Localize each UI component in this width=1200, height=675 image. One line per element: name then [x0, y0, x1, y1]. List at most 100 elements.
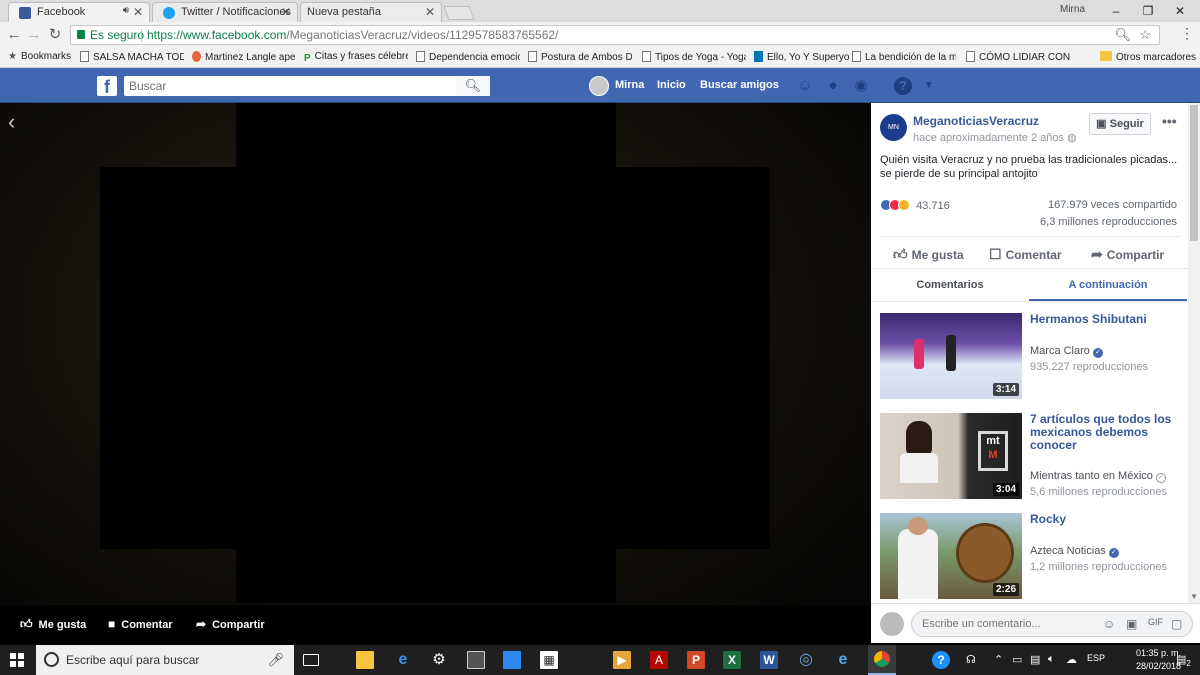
- bookmark-item[interactable]: Ello, Yo Y Superyo: [754, 51, 858, 63]
- avatar[interactable]: [589, 76, 609, 96]
- calculator-icon[interactable]: [467, 651, 485, 669]
- friend-requests-icon[interactable]: ☺: [796, 77, 814, 95]
- profile-name[interactable]: Mirna: [1060, 4, 1085, 15]
- network-icon[interactable]: ▭: [1012, 653, 1022, 666]
- video-channel[interactable]: Azteca Noticias ✓: [1030, 545, 1119, 558]
- gif-icon[interactable]: GIF: [1148, 617, 1163, 627]
- bookmark-item[interactable]: Postura de Ambos D: [528, 51, 632, 63]
- video-thumbnail[interactable]: mt M 3:04: [880, 413, 1022, 499]
- other-bookmarks-folder[interactable]: Otros marcadores: [1100, 51, 1196, 63]
- powerpoint-icon[interactable]: P: [687, 651, 705, 669]
- video-player[interactable]: ‹ 👍︎ Me gusta ■ Comentar ➦ Compartir: [0, 103, 871, 643]
- profile-link[interactable]: Mirna: [615, 79, 644, 91]
- tab-comments[interactable]: Comentarios: [871, 279, 1029, 291]
- zoom-icon[interactable]: 🔍︎: [1114, 26, 1131, 44]
- follow-button[interactable]: ▣ Seguir: [1089, 113, 1151, 135]
- settings-app-icon[interactable]: ◎: [797, 651, 815, 669]
- action-center-icon[interactable]: ▤2: [1176, 653, 1191, 668]
- search-input[interactable]: [124, 76, 490, 96]
- onedrive-cloud-icon[interactable]: ☁: [1066, 653, 1077, 666]
- bookmark-item[interactable]: Tipos de Yoga - Yoga: [642, 51, 746, 63]
- video-title[interactable]: Rocky: [1030, 513, 1182, 526]
- bookmark-bookmarks[interactable]: ★ Bookmarks: [8, 51, 71, 62]
- bookmark-star-icon[interactable]: ☆: [1139, 26, 1151, 44]
- close-tab-icon[interactable]: ✕: [133, 5, 143, 19]
- acrobat-icon[interactable]: A: [650, 651, 668, 669]
- video-share-button[interactable]: ➦ Compartir: [196, 617, 265, 631]
- volume-icon[interactable]: 🔈︎: [1048, 653, 1055, 666]
- forward-icon[interactable]: →: [24, 25, 44, 45]
- more-options-icon[interactable]: •••: [1162, 113, 1177, 129]
- scrollbar-thumb[interactable]: [1190, 105, 1198, 241]
- people-icon[interactable]: ☊: [966, 653, 976, 666]
- excel-icon[interactable]: X: [723, 651, 741, 669]
- like-button[interactable]: 👍︎ Me gusta: [893, 246, 964, 263]
- url-bar[interactable]: Es seguro https://www.facebook.com/Megan…: [70, 25, 1160, 45]
- up-next-video[interactable]: 2:26 Rocky Azteca Noticias ✓ 1,2 millones…: [880, 513, 1186, 601]
- bookmark-item[interactable]: SALSA MACHA TODA: [80, 51, 184, 63]
- chrome-taskbar-button[interactable]: [868, 645, 896, 675]
- tab-up-next[interactable]: A continuación: [1029, 279, 1187, 291]
- help-icon[interactable]: ?: [932, 651, 950, 669]
- video-thumbnail[interactable]: 3:14: [880, 313, 1022, 399]
- minimize-window-icon[interactable]: –: [1100, 0, 1132, 22]
- camera-icon[interactable]: ▣: [1126, 617, 1137, 631]
- taskbar-clock[interactable]: 01:35 p. m. 28/02/2018: [1136, 647, 1181, 673]
- close-window-icon[interactable]: ✕: [1164, 0, 1196, 22]
- reload-icon[interactable]: ↻: [45, 25, 65, 45]
- close-tab-icon[interactable]: ✕: [425, 5, 435, 19]
- account-menu-chevron-down-icon[interactable]: ▼: [920, 77, 938, 95]
- close-tab-icon[interactable]: ✕: [281, 5, 291, 19]
- facebook-logo-icon[interactable]: f: [97, 76, 117, 97]
- speaker-icon[interactable]: 🔊︎: [123, 5, 129, 16]
- messenger-icon[interactable]: ●: [824, 77, 842, 95]
- video-comment-button[interactable]: ■ Comentar: [108, 617, 173, 631]
- home-link[interactable]: Inicio: [657, 79, 686, 91]
- video-like-button[interactable]: 👍︎ Me gusta: [20, 617, 86, 632]
- notifications-globe-icon[interactable]: ◉: [852, 77, 870, 95]
- page-name-link[interactable]: MeganoticiasVeracruz: [913, 114, 1039, 128]
- bookmark-item[interactable]: La bendición de la m: [852, 51, 956, 63]
- share-button[interactable]: ➦ Compartir: [1091, 246, 1164, 263]
- task-view-icon[interactable]: [303, 654, 319, 666]
- usb-icon[interactable]: ▤: [1030, 653, 1040, 666]
- microphone-icon[interactable]: 🎤︎: [267, 652, 284, 668]
- mail-icon[interactable]: [503, 651, 521, 669]
- store-icon[interactable]: ▦: [540, 651, 558, 669]
- video-title[interactable]: 7 artículos que todos los mexicanos debe…: [1030, 413, 1182, 452]
- find-friends-link[interactable]: Buscar amigos: [700, 79, 779, 91]
- up-next-video[interactable]: 3:14 Hermanos Shibutani Marca Claro ✓ 935…: [880, 313, 1186, 401]
- browser-tab-twitter[interactable]: Twitter / Notificaciones ✕: [152, 2, 298, 22]
- reactions-summary[interactable]: 43.716: [880, 199, 950, 212]
- panel-scrollbar[interactable]: ▼: [1188, 103, 1200, 603]
- bookmark-item[interactable]: CÓMO LIDIAR CON S: [966, 51, 1072, 63]
- search-icon[interactable]: 🔍︎: [456, 76, 490, 96]
- video-thumbnail[interactable]: 2:26: [880, 513, 1022, 599]
- taskbar-search-box[interactable]: Escribe aquí para buscar 🎤︎: [36, 645, 294, 675]
- scroll-down-icon[interactable]: ▼: [1190, 592, 1198, 601]
- word-icon[interactable]: W: [760, 651, 778, 669]
- previous-arrow-icon[interactable]: ‹: [8, 109, 15, 135]
- internet-explorer-icon[interactable]: e: [834, 651, 852, 669]
- media-player-icon[interactable]: ▶: [613, 651, 631, 669]
- file-explorer-icon[interactable]: [356, 651, 374, 669]
- back-icon[interactable]: ←: [4, 25, 24, 45]
- bookmark-item[interactable]: P Citas y frases célebre: [304, 51, 408, 64]
- browser-tab-facebook[interactable]: Facebook 🔊︎ ✕: [8, 2, 150, 22]
- post-timestamp[interactable]: hace aproximadamente 2 años ◍: [913, 131, 1077, 144]
- page-avatar[interactable]: MN: [880, 114, 907, 141]
- browser-tab-new[interactable]: Nueva pestaña ✕: [300, 2, 442, 22]
- language-indicator[interactable]: ESP: [1087, 653, 1105, 663]
- tray-chevron-up-icon[interactable]: ⌃: [994, 653, 1003, 666]
- settings-gear-icon[interactable]: ⚙: [430, 651, 448, 669]
- bookmark-item[interactable]: Dependencia emocio: [416, 51, 520, 63]
- new-tab-button[interactable]: [443, 6, 475, 20]
- help-icon[interactable]: ?: [894, 77, 912, 95]
- windows-start-icon[interactable]: [10, 653, 24, 667]
- restore-window-icon[interactable]: ❐: [1132, 0, 1164, 22]
- video-channel[interactable]: Marca Claro ✓: [1030, 345, 1103, 358]
- bookmark-item[interactable]: Martinez Langle apel: [192, 51, 296, 63]
- emoji-icon[interactable]: ☺: [1103, 617, 1115, 631]
- video-channel[interactable]: Mientras tanto en México ✓: [1030, 470, 1166, 483]
- browser-menu-icon[interactable]: ⋮: [1180, 25, 1194, 43]
